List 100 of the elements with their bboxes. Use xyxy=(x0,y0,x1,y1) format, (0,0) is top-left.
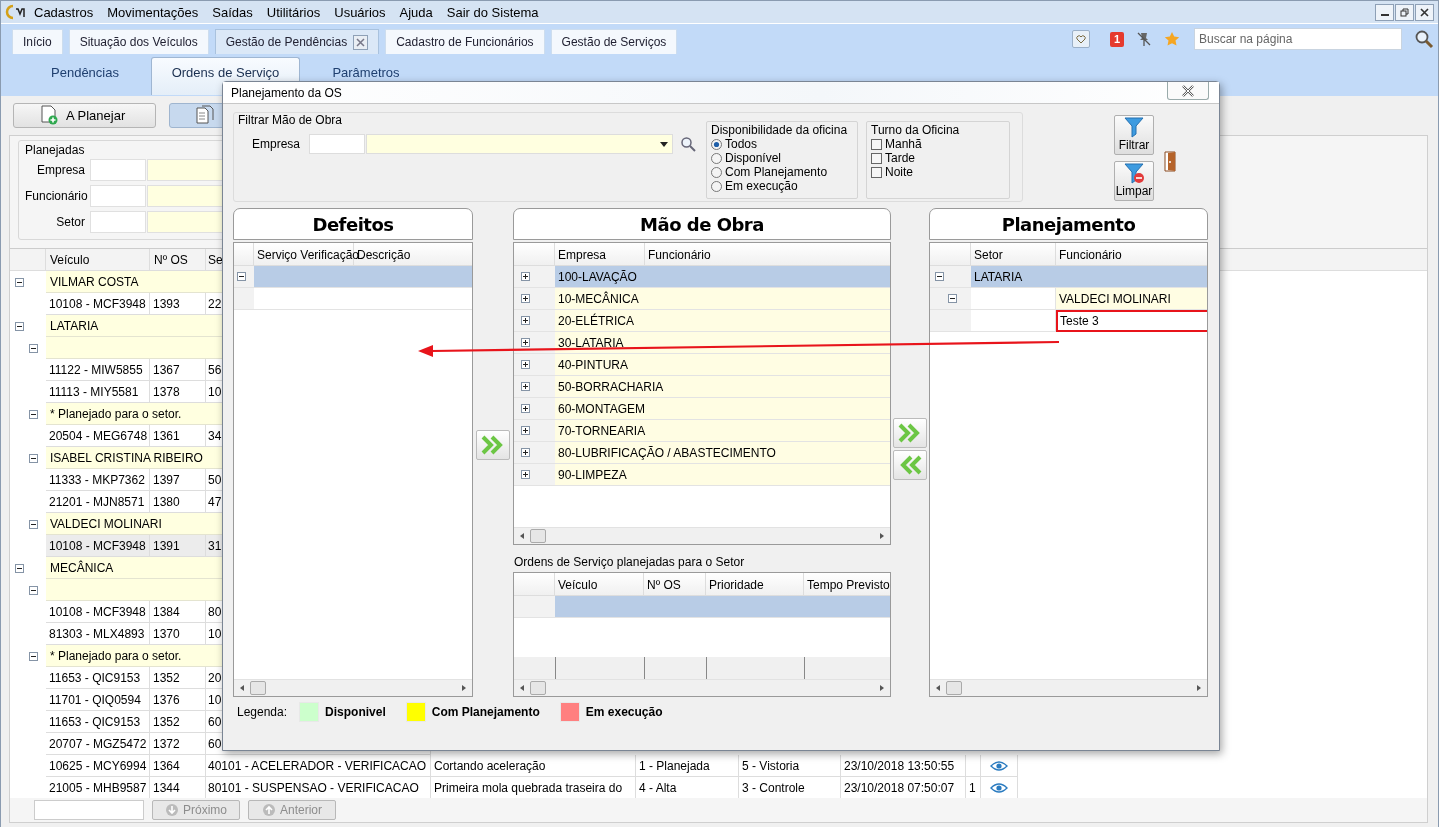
expand-icon[interactable] xyxy=(521,360,530,369)
collapse-icon[interactable] xyxy=(948,294,957,303)
scrollbar-thumb[interactable] xyxy=(250,681,266,695)
column-header: Setor xyxy=(971,243,1056,265)
list-item[interactable]: 40-PINTURA xyxy=(555,354,890,376)
collapse-icon[interactable] xyxy=(29,453,38,463)
expand-icon[interactable] xyxy=(521,272,530,281)
code-field[interactable] xyxy=(90,185,146,207)
menu-item[interactable]: Movimentações xyxy=(100,4,206,20)
close-tab-button[interactable] xyxy=(353,34,369,50)
column-header: Nº OS xyxy=(150,249,206,270)
radio-button[interactable] xyxy=(711,138,722,150)
list-item[interactable]: 90-LIMPEZA xyxy=(555,464,890,486)
column-header: Funcionário xyxy=(647,247,712,264)
close-icon xyxy=(1420,7,1429,17)
code-field[interactable] xyxy=(309,134,366,154)
collapse-icon[interactable] xyxy=(29,409,38,419)
menu-item[interactable]: Usuários xyxy=(327,4,393,20)
list-item[interactable]: 70-TORNEARIA xyxy=(555,420,890,442)
table-cell: Primeira mola quebrada traseira do xyxy=(431,777,636,798)
collapse-icon[interactable] xyxy=(29,585,38,595)
unpin-icon[interactable] xyxy=(1136,31,1152,47)
restore-button[interactable] xyxy=(1395,3,1414,21)
expand-icon[interactable] xyxy=(521,470,530,479)
tab[interactable]: Pendências xyxy=(19,58,151,94)
favorites-dropdown[interactable] xyxy=(1072,30,1090,48)
expand-icon[interactable] xyxy=(521,404,530,413)
door-icon[interactable] xyxy=(1164,150,1178,172)
code-field[interactable] xyxy=(90,159,146,181)
star-icon[interactable] xyxy=(1164,31,1180,47)
checkbox[interactable] xyxy=(871,166,882,178)
table-cell: 1391 xyxy=(150,535,206,557)
notification-badge[interactable]: 1 xyxy=(1110,31,1124,47)
plan-button[interactable]: A Planejar xyxy=(13,102,156,128)
scrollbar-thumb[interactable] xyxy=(530,529,546,543)
search-icon[interactable] xyxy=(680,136,697,152)
list-item[interactable]: 20-ELÉTRICA xyxy=(555,310,890,332)
field-label: Funcionário xyxy=(25,189,89,203)
expand-icon[interactable] xyxy=(521,448,530,457)
radio-button[interactable] xyxy=(711,180,722,192)
collapse-icon[interactable] xyxy=(29,343,38,353)
tab[interactable]: Gestão de Serviços xyxy=(550,29,678,54)
expand-icon[interactable] xyxy=(521,382,530,391)
tab[interactable]: Gestão de Pendências xyxy=(214,29,380,54)
menu-item[interactable]: Sair do Sistema xyxy=(439,4,546,20)
list-item[interactable]: 10-MECÂNICA xyxy=(555,288,890,310)
column-header: Tempo Previsto xyxy=(806,577,890,594)
tab[interactable]: Cadastro de Funcionários xyxy=(385,29,545,54)
scrollbar-thumb[interactable] xyxy=(530,681,546,695)
expand-icon[interactable] xyxy=(521,338,530,347)
collapse-icon[interactable] xyxy=(15,321,24,331)
search-icon[interactable] xyxy=(1414,29,1434,49)
collapse-icon[interactable] xyxy=(237,272,246,281)
eye-icon[interactable] xyxy=(990,759,1008,772)
menu-item[interactable]: Utilitários xyxy=(259,4,328,20)
list-item[interactable]: 80-LUBRIFICAÇÃO / ABASTECIMENTO xyxy=(555,442,890,464)
collapse-icon[interactable] xyxy=(935,272,944,281)
page-field[interactable] xyxy=(34,800,144,820)
collapse-icon[interactable] xyxy=(29,519,38,529)
tab[interactable]: Início xyxy=(12,29,63,54)
scroll-left-icon xyxy=(518,684,526,692)
collapse-icon[interactable] xyxy=(15,563,24,573)
table-cell: 1367 xyxy=(150,359,206,381)
menu-item[interactable]: Saídas xyxy=(205,4,260,20)
radio-button[interactable] xyxy=(711,166,722,178)
menu-item[interactable]: Cadastros xyxy=(27,4,101,20)
tree-row[interactable]: LATARIA xyxy=(971,266,1207,288)
collapse-icon[interactable] xyxy=(29,651,38,661)
list-item[interactable]: 50-BORRACHARIA xyxy=(555,376,890,398)
tab[interactable]: Situação dos Veículos xyxy=(68,29,209,54)
expand-icon[interactable] xyxy=(521,294,530,303)
expand-icon[interactable] xyxy=(521,426,530,435)
eye-icon[interactable] xyxy=(990,781,1008,794)
menu-item[interactable]: Ajuda xyxy=(392,4,440,20)
scroll-left-icon xyxy=(934,684,942,692)
minimize-button[interactable] xyxy=(1375,3,1394,21)
close-button[interactable] xyxy=(1167,82,1209,100)
column-header: Nº OS xyxy=(644,573,706,595)
page-search-field[interactable]: Buscar na página xyxy=(1194,28,1402,50)
table-cell: 1397 xyxy=(150,469,206,491)
heart-icon xyxy=(1076,34,1086,44)
option-label: Todos xyxy=(725,137,758,151)
checkbox[interactable] xyxy=(871,152,882,164)
close-button[interactable] xyxy=(1415,3,1434,21)
radio-button[interactable] xyxy=(711,152,722,164)
document-add-icon xyxy=(40,105,58,125)
collapse-icon[interactable] xyxy=(15,277,24,287)
table-cell: 1372 xyxy=(150,733,206,755)
scrollbar-thumb[interactable] xyxy=(946,681,962,695)
list-item[interactable]: 100-LAVAÇÃO xyxy=(555,266,890,288)
table-cell: 11701 - QIQ0594 xyxy=(46,689,150,711)
table-cell: 80101 - SUSPENSAO - VERIFICACAO xyxy=(206,777,431,798)
clear-button[interactable]: Limpar xyxy=(1114,161,1154,201)
expand-icon[interactable] xyxy=(521,316,530,325)
list-item[interactable]: 30-LATARIA xyxy=(555,332,890,354)
filter-button[interactable]: Filtrar xyxy=(1114,115,1154,155)
list-item[interactable]: 60-MONTAGEM xyxy=(555,398,890,420)
code-field[interactable] xyxy=(90,211,146,233)
checkbox[interactable] xyxy=(871,138,882,150)
option-label: Manhã xyxy=(885,137,922,151)
